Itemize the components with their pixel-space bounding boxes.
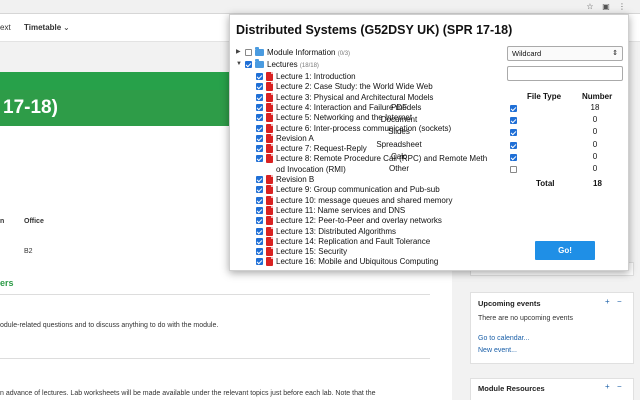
tree-node-label: Module Information (267, 48, 336, 57)
checkbox[interactable] (245, 49, 252, 56)
checkbox[interactable] (256, 83, 263, 91)
filetype-header-type: File Type (527, 92, 562, 101)
pdf-icon (266, 195, 273, 205)
remove-icon[interactable]: − (617, 297, 622, 306)
select-value: Wildcard (512, 49, 542, 58)
tree-node-count: (0/3) (337, 51, 351, 57)
tree-node-module-information[interactable]: ▶ Module Information (0/3) (234, 47, 502, 58)
folder-icon (255, 59, 264, 68)
add-icon[interactable]: + (605, 297, 610, 306)
browser-toolbar: ☆ ▣ ⋮ (0, 0, 640, 14)
add-icon[interactable]: + (605, 382, 610, 391)
intro-text: odule-related questions and to discuss a… (0, 322, 219, 329)
checkbox[interactable] (256, 93, 263, 101)
pdf-icon (266, 216, 273, 226)
no-events-text: There are no upcoming events (478, 315, 573, 322)
block-title: Upcoming events (478, 299, 541, 308)
office-value: B2 (24, 248, 33, 255)
filetype-name: PDF (391, 103, 407, 112)
go-button[interactable]: Go! (535, 241, 595, 260)
tree-node-count: (18/18) (299, 63, 319, 69)
filetype-name: Document (380, 115, 418, 125)
checkbox[interactable] (256, 217, 263, 225)
remove-icon[interactable]: − (617, 382, 622, 391)
nav-item-timetable[interactable]: Timetable (24, 23, 61, 32)
go-to-calendar-link[interactable]: Go to calendar... (478, 335, 529, 342)
folder-icon (255, 47, 264, 56)
checkbox[interactable] (245, 61, 252, 68)
tree-node-label: Lectures (267, 60, 298, 69)
checkbox[interactable] (256, 73, 263, 80)
pdf-icon (266, 92, 273, 102)
match-mode-select[interactable]: Wildcard ⇕ (507, 46, 623, 61)
chevron-down-icon[interactable]: ⌄ (63, 23, 70, 32)
section-heading: ers (0, 278, 14, 288)
checkbox[interactable] (256, 186, 263, 194)
tree-node-lectures[interactable]: ▼ Lectures (18/18) (234, 59, 502, 70)
upcoming-events-block: Upcoming events + − There are no upcomin… (470, 292, 634, 364)
new-event-link[interactable]: New event... (478, 347, 517, 354)
checkbox[interactable] (256, 237, 263, 245)
divider (0, 294, 430, 295)
menu-icon[interactable]: ⋮ (616, 1, 628, 12)
filetype-total-value: 18 (593, 179, 602, 188)
browser-window: ☆ ▣ ⋮ ext Timetable ⌄ 17-18) n Office B2… (0, 0, 640, 400)
filetype-name: Spreadsheet (376, 139, 422, 149)
tree-item-label: Lecture 16: Mobile and Ubiquitous Comput… (276, 257, 439, 267)
pdf-icon (266, 72, 273, 81)
filetype-count: 0 (592, 164, 598, 173)
extension-icon[interactable]: ▣ (600, 1, 612, 12)
collapse-arrow-icon[interactable]: ▼ (236, 59, 242, 70)
filetype-name: Calc (390, 151, 407, 161)
filter-input[interactable] (507, 66, 623, 81)
checkbox[interactable] (256, 196, 263, 204)
popup-title: Distributed Systems (G52DSY UK) (SPR 17-… (236, 23, 513, 37)
checkbox[interactable] (256, 258, 263, 266)
filetype-count: 0 (592, 151, 598, 161)
nav-item-text[interactable]: ext (0, 23, 11, 32)
filetype-header-number: Number (582, 92, 613, 101)
pdf-icon (266, 82, 273, 92)
filetype-count: 0 (592, 115, 598, 125)
download-popup: Distributed Systems (G52DSY UK) (SPR 17-… (229, 14, 629, 271)
column-header-name: n (0, 218, 5, 225)
pdf-icon (266, 185, 273, 195)
lecture-info-text: n advance of lectures. Lab worksheets wi… (0, 390, 376, 397)
star-icon[interactable]: ☆ (584, 1, 596, 12)
filetype-count: 0 (592, 139, 598, 149)
chevron-updown-icon: ⇕ (612, 50, 618, 57)
page-title: 17-18) (3, 97, 58, 118)
column-header-office: Office (24, 218, 44, 225)
pdf-icon (266, 175, 273, 184)
block-title: Module Resources (478, 384, 545, 393)
pdf-icon (266, 236, 273, 246)
filetype-count: 18 (590, 103, 600, 112)
filetype-name: Other (388, 164, 409, 173)
checkbox[interactable] (256, 206, 263, 214)
pdf-icon (266, 205, 273, 215)
pdf-icon (266, 226, 273, 236)
checkbox[interactable] (256, 227, 263, 235)
pdf-icon (266, 257, 273, 267)
expand-arrow-icon[interactable]: ▶ (236, 47, 241, 58)
checkbox[interactable] (256, 176, 263, 183)
filetype-count: 0 (592, 127, 598, 137)
filetype-total-label: Total (536, 179, 555, 188)
module-resources-block: Module Resources + − (470, 378, 634, 400)
pdf-icon (266, 247, 273, 257)
tree-item-lecture[interactable]: Lecture 16: Mobile and Ubiquitous Comput… (234, 256, 502, 267)
checkbox[interactable] (256, 248, 263, 256)
divider (0, 358, 430, 359)
filetype-name: Slides (388, 127, 410, 137)
